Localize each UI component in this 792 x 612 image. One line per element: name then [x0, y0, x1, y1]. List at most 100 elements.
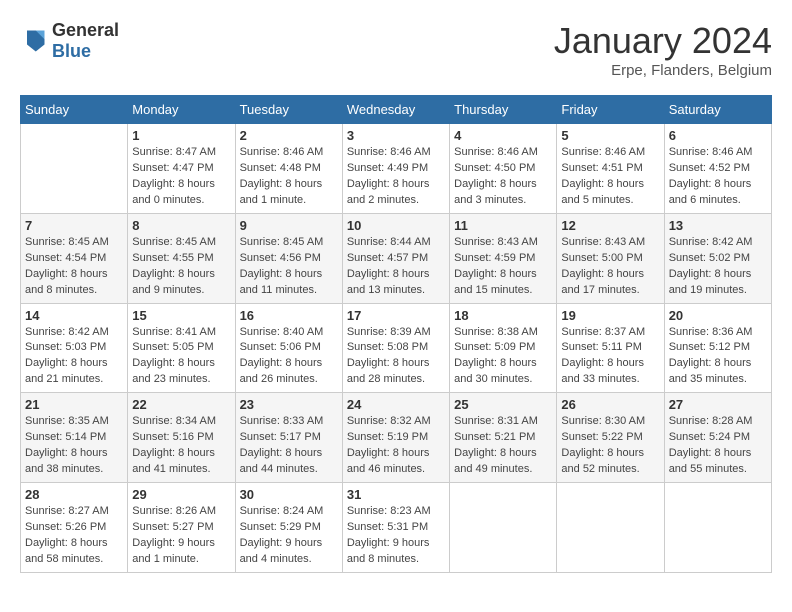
- calendar-cell: 11 Sunrise: 8:43 AM Sunset: 4:59 PM Dayl…: [450, 213, 557, 303]
- sunrise-text: Sunrise: 8:35 AM: [25, 414, 123, 430]
- sunrise-text: Sunrise: 8:46 AM: [454, 145, 552, 161]
- daylight-text: Daylight: 8 hours and 23 minutes.: [132, 356, 230, 388]
- sunrise-text: Sunrise: 8:44 AM: [347, 235, 445, 251]
- calendar-cell: 23 Sunrise: 8:33 AM Sunset: 5:17 PM Dayl…: [235, 393, 342, 483]
- sunset-text: Sunset: 5:24 PM: [669, 430, 767, 446]
- sunset-text: Sunset: 5:00 PM: [561, 251, 659, 267]
- sunrise-text: Sunrise: 8:37 AM: [561, 325, 659, 341]
- daylight-text: Daylight: 8 hours and 17 minutes.: [561, 267, 659, 299]
- sunrise-text: Sunrise: 8:40 AM: [240, 325, 338, 341]
- header-wednesday: Wednesday: [342, 96, 449, 124]
- sunset-text: Sunset: 5:03 PM: [25, 340, 123, 356]
- sunrise-text: Sunrise: 8:42 AM: [25, 325, 123, 341]
- day-number: 1: [132, 128, 230, 143]
- calendar-cell: [664, 483, 771, 573]
- calendar-week-row: 14 Sunrise: 8:42 AM Sunset: 5:03 PM Dayl…: [21, 303, 772, 393]
- daylight-text: Daylight: 8 hours and 0 minutes.: [132, 177, 230, 209]
- calendar-cell: 1 Sunrise: 8:47 AM Sunset: 4:47 PM Dayli…: [128, 124, 235, 214]
- day-info: Sunrise: 8:32 AM Sunset: 5:19 PM Dayligh…: [347, 414, 445, 478]
- calendar-cell: 3 Sunrise: 8:46 AM Sunset: 4:49 PM Dayli…: [342, 124, 449, 214]
- sunset-text: Sunset: 4:47 PM: [132, 161, 230, 177]
- sunrise-text: Sunrise: 8:43 AM: [561, 235, 659, 251]
- day-info: Sunrise: 8:45 AM Sunset: 4:55 PM Dayligh…: [132, 235, 230, 299]
- calendar-cell: [450, 483, 557, 573]
- daylight-text: Daylight: 8 hours and 52 minutes.: [561, 446, 659, 478]
- day-info: Sunrise: 8:46 AM Sunset: 4:48 PM Dayligh…: [240, 145, 338, 209]
- day-number: 29: [132, 487, 230, 502]
- day-number: 6: [669, 128, 767, 143]
- day-info: Sunrise: 8:45 AM Sunset: 4:56 PM Dayligh…: [240, 235, 338, 299]
- calendar-cell: 16 Sunrise: 8:40 AM Sunset: 5:06 PM Dayl…: [235, 303, 342, 393]
- day-info: Sunrise: 8:26 AM Sunset: 5:27 PM Dayligh…: [132, 504, 230, 568]
- sunrise-text: Sunrise: 8:46 AM: [669, 145, 767, 161]
- daylight-text: Daylight: 8 hours and 19 minutes.: [669, 267, 767, 299]
- calendar-cell: 31 Sunrise: 8:23 AM Sunset: 5:31 PM Dayl…: [342, 483, 449, 573]
- sunrise-text: Sunrise: 8:46 AM: [347, 145, 445, 161]
- daylight-text: Daylight: 8 hours and 6 minutes.: [669, 177, 767, 209]
- day-info: Sunrise: 8:37 AM Sunset: 5:11 PM Dayligh…: [561, 325, 659, 389]
- calendar-cell: 5 Sunrise: 8:46 AM Sunset: 4:51 PM Dayli…: [557, 124, 664, 214]
- day-info: Sunrise: 8:28 AM Sunset: 5:24 PM Dayligh…: [669, 414, 767, 478]
- day-info: Sunrise: 8:34 AM Sunset: 5:16 PM Dayligh…: [132, 414, 230, 478]
- day-number: 17: [347, 308, 445, 323]
- day-number: 11: [454, 218, 552, 233]
- sunset-text: Sunset: 5:02 PM: [669, 251, 767, 267]
- day-number: 28: [25, 487, 123, 502]
- sunset-text: Sunset: 5:16 PM: [132, 430, 230, 446]
- sunrise-text: Sunrise: 8:41 AM: [132, 325, 230, 341]
- sunset-text: Sunset: 4:56 PM: [240, 251, 338, 267]
- day-number: 2: [240, 128, 338, 143]
- day-number: 10: [347, 218, 445, 233]
- calendar-cell: 12 Sunrise: 8:43 AM Sunset: 5:00 PM Dayl…: [557, 213, 664, 303]
- daylight-text: Daylight: 8 hours and 46 minutes.: [347, 446, 445, 478]
- daylight-text: Daylight: 8 hours and 8 minutes.: [25, 267, 123, 299]
- header-sunday: Sunday: [21, 96, 128, 124]
- sunrise-text: Sunrise: 8:36 AM: [669, 325, 767, 341]
- calendar-week-row: 1 Sunrise: 8:47 AM Sunset: 4:47 PM Dayli…: [21, 124, 772, 214]
- day-info: Sunrise: 8:43 AM Sunset: 4:59 PM Dayligh…: [454, 235, 552, 299]
- calendar-cell: 15 Sunrise: 8:41 AM Sunset: 5:05 PM Dayl…: [128, 303, 235, 393]
- day-info: Sunrise: 8:46 AM Sunset: 4:50 PM Dayligh…: [454, 145, 552, 209]
- sunrise-text: Sunrise: 8:33 AM: [240, 414, 338, 430]
- sunset-text: Sunset: 5:29 PM: [240, 520, 338, 536]
- sunset-text: Sunset: 4:54 PM: [25, 251, 123, 267]
- day-info: Sunrise: 8:42 AM Sunset: 5:03 PM Dayligh…: [25, 325, 123, 389]
- header-thursday: Thursday: [450, 96, 557, 124]
- day-number: 4: [454, 128, 552, 143]
- sunset-text: Sunset: 4:55 PM: [132, 251, 230, 267]
- calendar-week-row: 7 Sunrise: 8:45 AM Sunset: 4:54 PM Dayli…: [21, 213, 772, 303]
- daylight-text: Daylight: 8 hours and 5 minutes.: [561, 177, 659, 209]
- logo-blue-text: Blue: [52, 41, 91, 61]
- day-info: Sunrise: 8:40 AM Sunset: 5:06 PM Dayligh…: [240, 325, 338, 389]
- day-number: 13: [669, 218, 767, 233]
- month-title: January 2024: [554, 20, 772, 62]
- day-info: Sunrise: 8:46 AM Sunset: 4:49 PM Dayligh…: [347, 145, 445, 209]
- sunset-text: Sunset: 5:09 PM: [454, 340, 552, 356]
- calendar-cell: 9 Sunrise: 8:45 AM Sunset: 4:56 PM Dayli…: [235, 213, 342, 303]
- day-info: Sunrise: 8:27 AM Sunset: 5:26 PM Dayligh…: [25, 504, 123, 568]
- calendar-cell: 22 Sunrise: 8:34 AM Sunset: 5:16 PM Dayl…: [128, 393, 235, 483]
- calendar-week-row: 21 Sunrise: 8:35 AM Sunset: 5:14 PM Dayl…: [21, 393, 772, 483]
- calendar-cell: 4 Sunrise: 8:46 AM Sunset: 4:50 PM Dayli…: [450, 124, 557, 214]
- day-number: 21: [25, 397, 123, 412]
- day-info: Sunrise: 8:39 AM Sunset: 5:08 PM Dayligh…: [347, 325, 445, 389]
- sunset-text: Sunset: 5:06 PM: [240, 340, 338, 356]
- sunrise-text: Sunrise: 8:45 AM: [240, 235, 338, 251]
- sunset-text: Sunset: 5:21 PM: [454, 430, 552, 446]
- calendar-cell: 24 Sunrise: 8:32 AM Sunset: 5:19 PM Dayl…: [342, 393, 449, 483]
- sunset-text: Sunset: 5:19 PM: [347, 430, 445, 446]
- calendar-cell: 14 Sunrise: 8:42 AM Sunset: 5:03 PM Dayl…: [21, 303, 128, 393]
- day-number: 22: [132, 397, 230, 412]
- header-tuesday: Tuesday: [235, 96, 342, 124]
- day-number: 19: [561, 308, 659, 323]
- sunset-text: Sunset: 4:51 PM: [561, 161, 659, 177]
- sunset-text: Sunset: 4:57 PM: [347, 251, 445, 267]
- day-info: Sunrise: 8:30 AM Sunset: 5:22 PM Dayligh…: [561, 414, 659, 478]
- daylight-text: Daylight: 8 hours and 30 minutes.: [454, 356, 552, 388]
- sunrise-text: Sunrise: 8:26 AM: [132, 504, 230, 520]
- sunrise-text: Sunrise: 8:27 AM: [25, 504, 123, 520]
- daylight-text: Daylight: 8 hours and 11 minutes.: [240, 267, 338, 299]
- day-number: 30: [240, 487, 338, 502]
- sunrise-text: Sunrise: 8:47 AM: [132, 145, 230, 161]
- daylight-text: Daylight: 9 hours and 8 minutes.: [347, 536, 445, 568]
